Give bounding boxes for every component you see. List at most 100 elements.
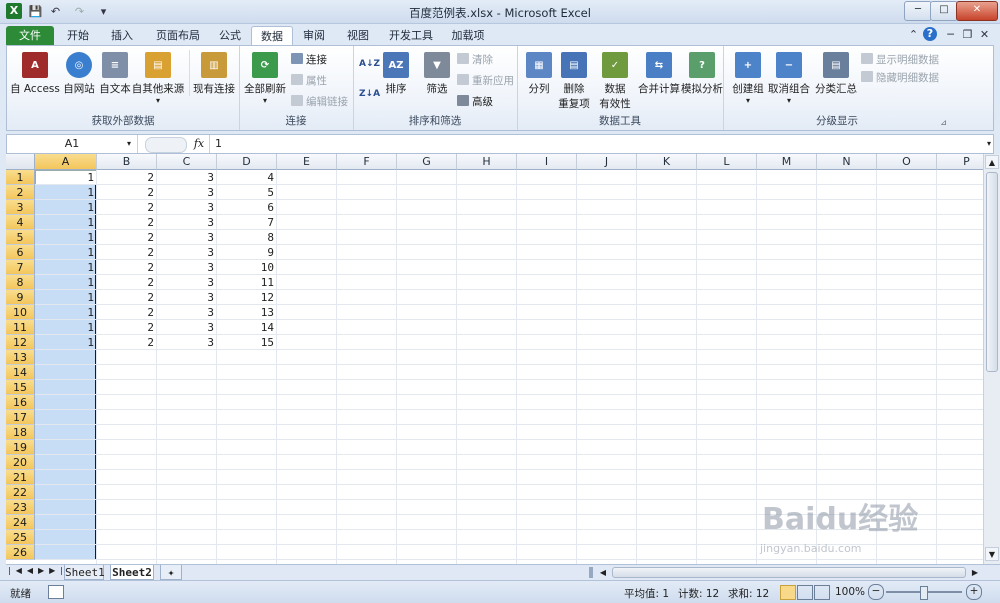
row-header-6[interactable]: 6 bbox=[6, 245, 35, 260]
tab-formulas[interactable]: 公式 bbox=[210, 26, 250, 46]
macro-record-icon[interactable] bbox=[48, 585, 64, 599]
close-button[interactable]: ✕ bbox=[956, 1, 998, 21]
row-header-2[interactable]: 2 bbox=[6, 185, 35, 200]
column-header-m[interactable]: M bbox=[757, 154, 817, 170]
connections-button[interactable]: 连接 bbox=[291, 52, 327, 68]
row-header-25[interactable]: 25 bbox=[6, 530, 35, 545]
cell-d8[interactable]: 11 bbox=[217, 275, 277, 290]
cell-a3[interactable]: 1 bbox=[35, 200, 97, 215]
maximize-button[interactable]: □ bbox=[930, 1, 958, 21]
column-header-e[interactable]: E bbox=[277, 154, 337, 170]
help-icon[interactable]: ? bbox=[923, 27, 937, 41]
text-to-columns-button[interactable]: ▦ 分列 bbox=[523, 50, 555, 96]
cell-c12[interactable]: 3 bbox=[157, 335, 217, 350]
cell-c5[interactable]: 3 bbox=[157, 230, 217, 245]
row-header-18[interactable]: 18 bbox=[6, 425, 35, 440]
tab-home[interactable]: 开始 bbox=[58, 26, 98, 46]
zoom-in-button[interactable]: + bbox=[966, 584, 982, 600]
reapply-button[interactable]: 重新应用 bbox=[457, 73, 514, 89]
scroll-left-icon[interactable]: ◀ bbox=[596, 566, 610, 580]
cell-a11[interactable]: 1 bbox=[35, 320, 97, 335]
cell-a2[interactable]: 1 bbox=[35, 185, 97, 200]
minimize-button[interactable]: ─ bbox=[904, 1, 932, 21]
row-header-19[interactable]: 19 bbox=[6, 440, 35, 455]
column-header-k[interactable]: K bbox=[637, 154, 697, 170]
tab-developer[interactable]: 开发工具 bbox=[382, 26, 440, 46]
cell-b1[interactable]: 2 bbox=[97, 170, 157, 185]
cell-c10[interactable]: 3 bbox=[157, 305, 217, 320]
tab-file[interactable]: 文件 bbox=[6, 26, 54, 46]
tab-split-handle[interactable] bbox=[589, 567, 593, 578]
from-text-button[interactable]: ≡ 自文本 bbox=[97, 50, 133, 96]
formula-bar-splitter[interactable] bbox=[145, 137, 187, 153]
properties-button[interactable]: 属性 bbox=[291, 73, 327, 89]
cell-d5[interactable]: 8 bbox=[217, 230, 277, 245]
cell-b11[interactable]: 2 bbox=[97, 320, 157, 335]
cell-b7[interactable]: 2 bbox=[97, 260, 157, 275]
cell-c7[interactable]: 3 bbox=[157, 260, 217, 275]
cell-c3[interactable]: 3 bbox=[157, 200, 217, 215]
cell-c9[interactable]: 3 bbox=[157, 290, 217, 305]
expand-formula-bar-icon[interactable]: ▾ bbox=[987, 135, 991, 153]
doc-minimize-icon[interactable]: ─ bbox=[943, 27, 958, 42]
cell-a12[interactable]: 1 bbox=[35, 335, 97, 350]
row-header-13[interactable]: 13 bbox=[6, 350, 35, 365]
column-header-j[interactable]: J bbox=[577, 154, 637, 170]
doc-restore-icon[interactable]: ❐ bbox=[960, 27, 975, 42]
column-header-d[interactable]: D bbox=[217, 154, 277, 170]
cell-d6[interactable]: 9 bbox=[217, 245, 277, 260]
row-header-11[interactable]: 11 bbox=[6, 320, 35, 335]
tab-addins[interactable]: 加载项 bbox=[442, 26, 494, 46]
cell-c6[interactable]: 3 bbox=[157, 245, 217, 260]
name-box[interactable]: A1 bbox=[7, 135, 138, 153]
cell-a9[interactable]: 1 bbox=[35, 290, 97, 305]
cell-d10[interactable]: 13 bbox=[217, 305, 277, 320]
column-header-i[interactable]: I bbox=[517, 154, 577, 170]
cell-b2[interactable]: 2 bbox=[97, 185, 157, 200]
formula-input[interactable]: 1 bbox=[215, 135, 222, 153]
cell-d7[interactable]: 10 bbox=[217, 260, 277, 275]
row-header-4[interactable]: 4 bbox=[6, 215, 35, 230]
cell-c1[interactable]: 3 bbox=[157, 170, 217, 185]
scroll-up-icon[interactable]: ▲ bbox=[985, 155, 999, 169]
cell-a5[interactable]: 1 bbox=[35, 230, 97, 245]
sheet-tab-sheet1[interactable]: Sheet1 bbox=[64, 565, 105, 580]
sheet-nav-icons[interactable]: |◀◀▶▶| bbox=[8, 566, 68, 575]
edit-links-button[interactable]: 编辑链接 bbox=[291, 94, 348, 110]
row-header-12[interactable]: 12 bbox=[6, 335, 35, 350]
column-header-g[interactable]: G bbox=[397, 154, 457, 170]
row-header-16[interactable]: 16 bbox=[6, 395, 35, 410]
row-header-3[interactable]: 3 bbox=[6, 200, 35, 215]
cell-c2[interactable]: 3 bbox=[157, 185, 217, 200]
cell-b12[interactable]: 2 bbox=[97, 335, 157, 350]
cell-c11[interactable]: 3 bbox=[157, 320, 217, 335]
subtotal-button[interactable]: ▤ 分类汇总 bbox=[813, 50, 859, 96]
column-header-h[interactable]: H bbox=[457, 154, 517, 170]
column-header-f[interactable]: F bbox=[337, 154, 397, 170]
row-header-1[interactable]: 1 bbox=[6, 170, 35, 185]
row-header-23[interactable]: 23 bbox=[6, 500, 35, 515]
sort-ascending-button[interactable]: A↓Z bbox=[359, 56, 380, 72]
row-header-17[interactable]: 17 bbox=[6, 410, 35, 425]
data-validation-button[interactable]: ✓ 数据 有效性 bbox=[595, 50, 635, 111]
cell-b10[interactable]: 2 bbox=[97, 305, 157, 320]
remove-duplicates-button[interactable]: ▤ 删除 重复项 bbox=[557, 50, 591, 111]
row-header-22[interactable]: 22 bbox=[6, 485, 35, 500]
filter-button[interactable]: ▼ 筛选 bbox=[421, 50, 453, 96]
existing-connections-button[interactable]: ▥ 现有连接 bbox=[189, 50, 238, 96]
row-header-26[interactable]: 26 bbox=[6, 545, 35, 560]
row-header-24[interactable]: 24 bbox=[6, 515, 35, 530]
cell-d11[interactable]: 14 bbox=[217, 320, 277, 335]
column-header-b[interactable]: B bbox=[97, 154, 157, 170]
zoom-level[interactable]: 100% bbox=[835, 586, 865, 598]
row-header-9[interactable]: 9 bbox=[6, 290, 35, 305]
scroll-thumb[interactable] bbox=[986, 172, 998, 372]
clear-filter-button[interactable]: 清除 bbox=[457, 52, 493, 68]
sort-descending-button[interactable]: Z↓A bbox=[359, 86, 380, 102]
column-header-o[interactable]: O bbox=[877, 154, 937, 170]
column-header-l[interactable]: L bbox=[697, 154, 757, 170]
page-break-view-icon[interactable] bbox=[814, 585, 830, 600]
cell-d4[interactable]: 7 bbox=[217, 215, 277, 230]
cell-b6[interactable]: 2 bbox=[97, 245, 157, 260]
row-header-7[interactable]: 7 bbox=[6, 260, 35, 275]
